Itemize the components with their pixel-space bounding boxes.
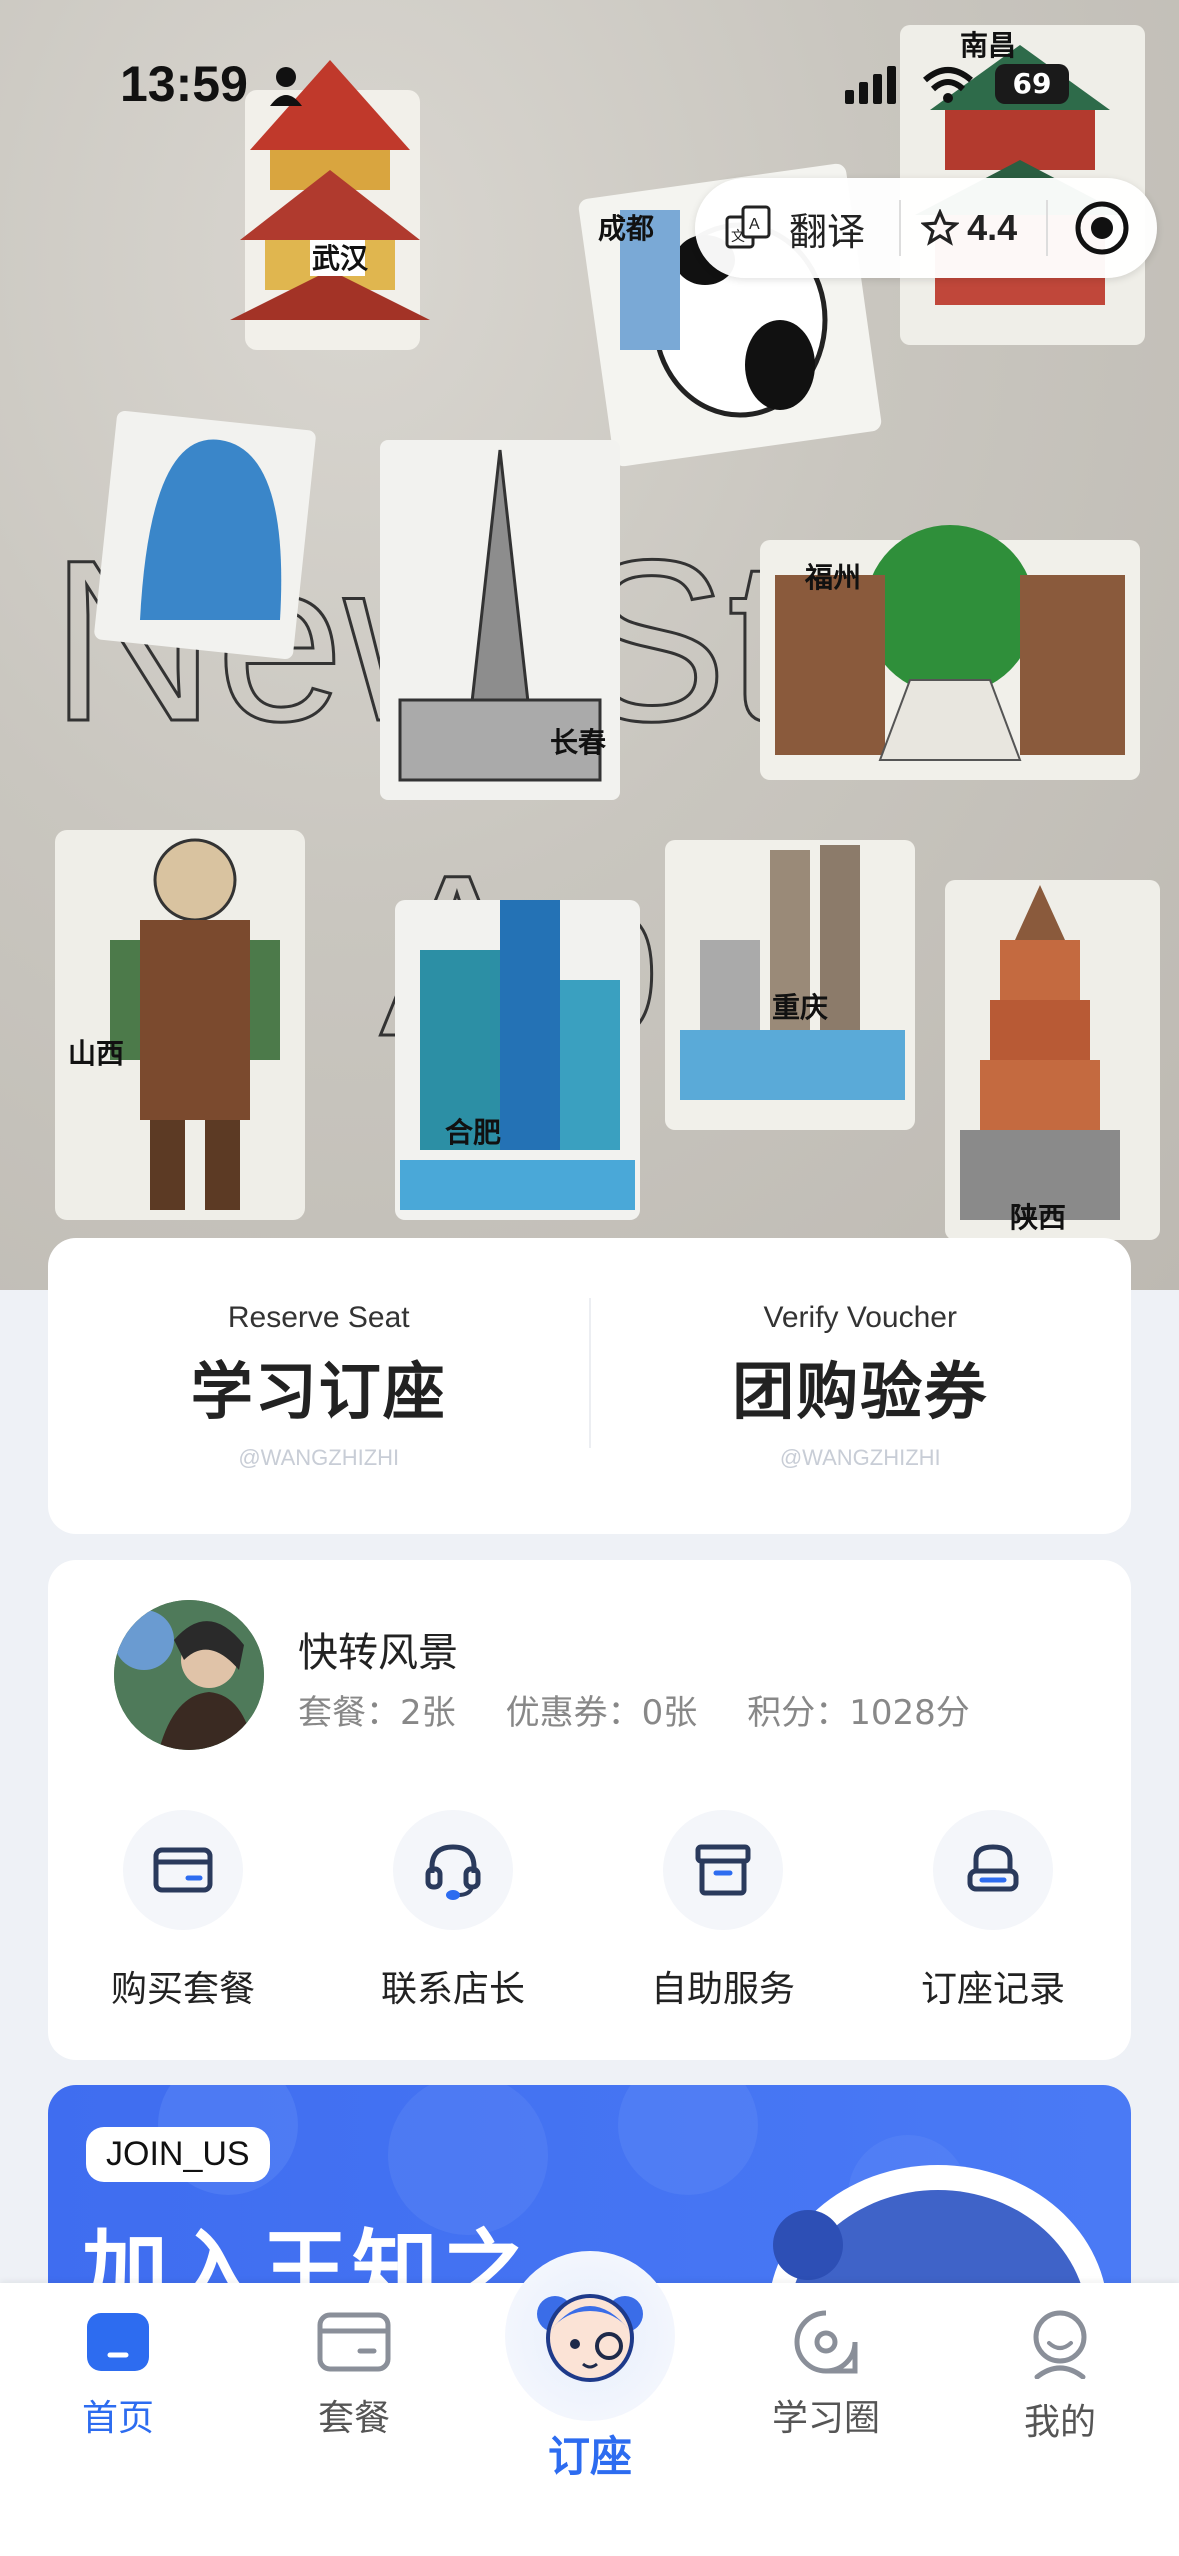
suzhou-sticker (94, 410, 316, 660)
close-target-button[interactable] (1048, 200, 1157, 256)
svg-text:文: 文 (731, 229, 745, 245)
booking-history-label: 订座记录 (920, 1969, 1065, 2010)
self-service-button[interactable]: 自助服务 (588, 1810, 858, 2012)
seat-icon (967, 1844, 1019, 1892)
profile-icon (1033, 2310, 1087, 2379)
city-label-shaanxi: 陕西 (1010, 1201, 1066, 1234)
city-label-fuzhou: 福州 (804, 561, 861, 594)
city-label-chengdu: 成都 (598, 212, 654, 245)
city-label-chongqing: 重庆 (772, 991, 828, 1024)
package-count: 套餐：2张 (298, 1693, 456, 1733)
home-icon (87, 2313, 149, 2371)
tab-home[interactable]: 首页 (18, 2309, 218, 2441)
star-icon (921, 209, 960, 246)
tab-mine[interactable]: 我的 (960, 2309, 1160, 2445)
verify-voucher-button[interactable]: Verify Voucher 团购验券 @WANGZHIZHI (590, 1238, 1132, 1534)
avatar[interactable] (114, 1600, 264, 1750)
rating-value: 4.4 (967, 207, 1018, 248)
buy-package-icon-wrap (123, 1810, 243, 1930)
city-label-wuhan: 武汉 (312, 242, 369, 275)
points-count: 积分：1028分 (747, 1693, 970, 1733)
tab-reserve-badge (505, 2251, 675, 2421)
join-us-tag: JOIN_US (86, 2127, 270, 2182)
reserve-seat-cn: 学习订座 (190, 1355, 447, 1428)
mini-program-capsule: A 文 翻译 4.4 (695, 178, 1157, 278)
contact-manager-label: 联系店长 (380, 1969, 525, 2010)
chat-circle-icon (794, 2310, 858, 2374)
user-stats: 套餐：2张 优惠券：0张 积分：1028分 (298, 1685, 970, 1734)
svg-text:A: A (749, 216, 760, 233)
tab-reserve-label: 订座 (547, 2432, 632, 2481)
coupon-count: 优惠券：0张 (505, 1693, 698, 1733)
reserve-seat-watermark: @WANGZHIZHI (238, 1445, 400, 1470)
user-name: 快转风景 (298, 1630, 458, 1676)
archive-box-icon (695, 1844, 751, 1896)
tab-study-circle-label: 学习圈 (771, 2398, 880, 2439)
card-icon (153, 1847, 213, 1893)
tab-mine-label: 我的 (1023, 2402, 1096, 2443)
user-card: 快转风景 套餐：2张 优惠券：0张 积分：1028分 购买套餐 联系店长 自助服… (48, 1560, 1131, 2060)
mascot-icon (537, 2294, 643, 2382)
battery-indicator: 69 (995, 64, 1069, 104)
shaanxi-sticker (945, 880, 1160, 1240)
target-icon (1075, 201, 1129, 255)
booking-history-icon-wrap (933, 1810, 1053, 1930)
status-time: 13:59 (120, 56, 248, 112)
verify-voucher-en: Verify Voucher (763, 1301, 957, 1334)
rating-button[interactable]: 4.4 (901, 178, 1045, 278)
status-bar: 13:59 69 (0, 0, 1179, 170)
tab-package-label: 套餐 (317, 2398, 390, 2439)
city-label-hefei: 合肥 (445, 1116, 501, 1149)
avatar-image (114, 1600, 264, 1750)
self-service-icon-wrap (663, 1810, 783, 1930)
translate-label: 翻译 (789, 209, 866, 254)
booking-history-button[interactable]: 订座记录 (858, 1810, 1128, 2012)
contact-manager-button[interactable]: 联系店长 (318, 1810, 588, 2012)
city-label-changchun: 长春 (550, 726, 606, 759)
person-icon (270, 67, 302, 106)
signal-wifi-icon (845, 66, 973, 104)
shanxi-sticker (55, 830, 305, 1220)
city-label-shanxi: 山西 (68, 1037, 124, 1070)
bottom-tab-bar: 首页 套餐 订座 学习圈 我的 (0, 2251, 1179, 2556)
translate-button[interactable]: A 文 翻译 (695, 178, 899, 278)
hero-banner: New Style April (0, 0, 1179, 1290)
verify-voucher-cn: 团购验券 (732, 1355, 989, 1428)
tab-study-circle[interactable]: 学习圈 (726, 2309, 926, 2441)
buy-package-label: 购买套餐 (110, 1969, 255, 2010)
hefei-sticker (395, 900, 640, 1220)
tab-package[interactable]: 套餐 (254, 2309, 454, 2441)
reserve-card: Reserve Seat 学习订座 @WANGZHIZHI Verify Vou… (48, 1238, 1131, 1534)
headset-icon (425, 1844, 481, 1900)
quick-actions: 购买套餐 联系店长 自助服务 订座记录 (48, 1810, 1131, 2012)
self-service-label: 自助服务 (650, 1969, 795, 2010)
reserve-seat-button[interactable]: Reserve Seat 学习订座 @WANGZHIZHI (48, 1238, 590, 1534)
translate-icon: A 文 (725, 205, 771, 249)
contact-manager-icon-wrap (393, 1810, 513, 1930)
package-icon (317, 2312, 391, 2372)
reserve-seat-en: Reserve Seat (227, 1301, 410, 1334)
tab-home-label: 首页 (81, 2398, 154, 2439)
tab-reserve[interactable]: 订座 (490, 2251, 690, 2484)
buy-package-button[interactable]: 购买套餐 (48, 1810, 318, 2012)
chongqing-sticker (665, 840, 915, 1130)
verify-voucher-watermark: @WANGZHIZHI (779, 1445, 941, 1470)
